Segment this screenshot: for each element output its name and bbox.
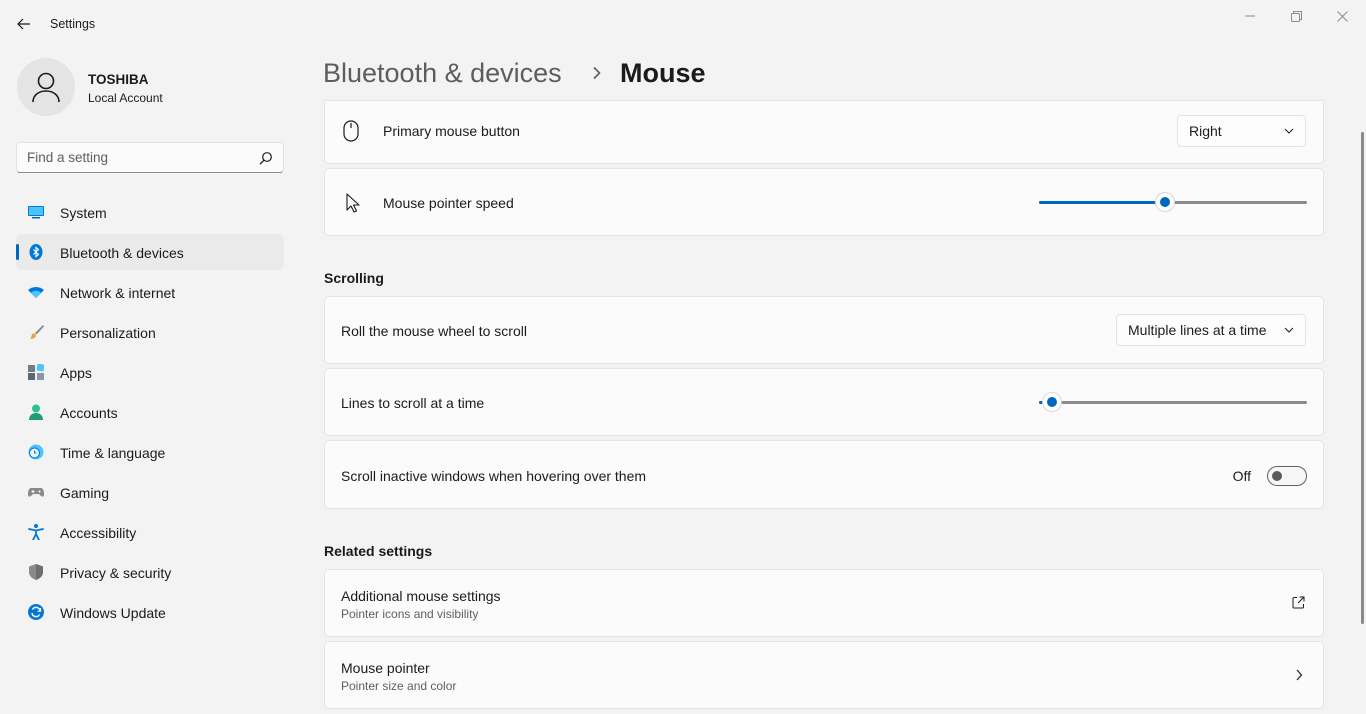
chevron-right-icon (593, 66, 601, 80)
search-box[interactable] (16, 142, 284, 173)
sidebar-item-apps[interactable]: Apps (16, 354, 284, 390)
toggle-state-text: Off (1232, 468, 1251, 484)
sidebar-item-label: Bluetooth & devices (60, 245, 184, 261)
search-input[interactable] (17, 143, 247, 172)
pointer-speed-label: Mouse pointer speed (383, 195, 514, 211)
brush-icon (30, 325, 44, 339)
mouse-pointer-sublabel: Pointer size and color (341, 679, 457, 693)
sidebar-item-label: Time & language (60, 445, 166, 461)
additional-mouse-settings-link[interactable]: Additional mouse settings Pointer icons … (324, 569, 1324, 637)
sidebar-item-bluetooth[interactable]: Bluetooth & devices (16, 234, 284, 270)
minimize-button[interactable] (1227, 4, 1273, 28)
sidebar-item-accounts[interactable]: Accounts (16, 394, 284, 430)
sidebar-item-time-language[interactable]: Time & language (16, 434, 284, 470)
slider-fill (1039, 201, 1165, 204)
additional-mouse-settings-sublabel: Pointer icons and visibility (341, 607, 479, 621)
pointer-icon (346, 193, 360, 213)
sidebar-item-label: Gaming (60, 485, 110, 501)
sidebar-item-label: Network & internet (60, 285, 176, 301)
globe-clock-icon (28, 444, 44, 460)
wifi-icon (28, 287, 44, 298)
pointer-speed-slider[interactable] (1039, 192, 1307, 212)
open-external-icon (1292, 596, 1305, 609)
person-icon (29, 404, 43, 420)
title-bar: Settings (0, 0, 1366, 48)
back-button[interactable] (12, 12, 36, 36)
primary-mouse-button-card: Primary mouse button Right (324, 100, 1324, 164)
back-arrow-icon (17, 18, 30, 30)
close-icon (1336, 10, 1348, 22)
update-icon (28, 604, 44, 620)
roll-wheel-dropdown[interactable]: Multiple lines at a time (1116, 314, 1306, 346)
shield-icon (29, 564, 43, 580)
dropdown-value: Right (1189, 123, 1222, 139)
inactive-windows-card: Scroll inactive windows when hovering ov… (324, 440, 1324, 509)
lines-to-scroll-label: Lines to scroll at a time (341, 395, 485, 411)
sidebar-item-system[interactable]: System (16, 194, 284, 230)
minimize-icon (1245, 15, 1255, 17)
search-icon[interactable] (259, 151, 273, 165)
gamepad-icon (28, 488, 44, 497)
mouse-pointer-label: Mouse pointer (341, 660, 430, 676)
apps-icon (28, 364, 44, 380)
close-button[interactable] (1319, 4, 1365, 28)
app-title: Settings (50, 17, 96, 31)
user-avatar-icon (32, 72, 60, 103)
roll-wheel-card: Roll the mouse wheel to scroll Multiple … (324, 296, 1324, 364)
breadcrumb-parent[interactable]: Bluetooth & devices (323, 58, 562, 89)
sidebar-item-label: Personalization (60, 325, 156, 341)
inactive-windows-label: Scroll inactive windows when hovering ov… (341, 468, 647, 484)
sidebar-nav: System Bluetooth & devices Network & int… (16, 194, 284, 634)
additional-mouse-settings-label: Additional mouse settings (341, 588, 501, 604)
restore-icon (1290, 10, 1302, 22)
inactive-windows-toggle[interactable] (1267, 466, 1307, 486)
sidebar-item-label: Windows Update (60, 605, 166, 621)
lines-to-scroll-slider[interactable] (1039, 392, 1307, 412)
mouse-pointer-link[interactable]: Mouse pointer Pointer size and color (324, 641, 1324, 709)
chevron-down-icon (1284, 327, 1294, 333)
sidebar-item-label: Accessibility (60, 525, 137, 541)
related-settings-title: Related settings (324, 543, 433, 559)
sidebar-item-label: System (60, 205, 107, 221)
mouse-icon (343, 120, 359, 142)
sidebar-item-windows-update[interactable]: Windows Update (16, 594, 284, 630)
sidebar-item-gaming[interactable]: Gaming (16, 474, 284, 510)
sidebar-item-network[interactable]: Network & internet (16, 274, 284, 310)
sidebar-item-privacy-security[interactable]: Privacy & security (16, 554, 284, 590)
scrollbar[interactable] (1361, 132, 1364, 624)
chevron-down-icon (1284, 128, 1294, 134)
toggle-knob (1272, 471, 1282, 481)
primary-mouse-button-label: Primary mouse button (383, 123, 520, 139)
bluetooth-icon (29, 244, 43, 260)
account-type: Local Account (88, 91, 163, 105)
accessibility-icon (28, 524, 44, 540)
restore-button[interactable] (1273, 4, 1319, 28)
system-icon (28, 206, 44, 219)
pointer-speed-card: Mouse pointer speed (324, 168, 1324, 236)
roll-wheel-label: Roll the mouse wheel to scroll (341, 323, 527, 339)
scrolling-section-title: Scrolling (324, 270, 384, 286)
slider-thumb[interactable] (1154, 192, 1175, 212)
sidebar-item-label: Privacy & security (60, 565, 172, 581)
sidebar-item-accessibility[interactable]: Accessibility (16, 514, 284, 550)
page-title: Mouse (620, 58, 706, 88)
avatar[interactable] (17, 58, 75, 116)
dropdown-value: Multiple lines at a time (1128, 322, 1267, 338)
primary-mouse-button-dropdown[interactable]: Right (1177, 115, 1306, 147)
lines-to-scroll-card: Lines to scroll at a time (324, 368, 1324, 436)
chevron-right-icon (1296, 669, 1303, 681)
sidebar-item-label: Apps (60, 365, 92, 381)
slider-track (1039, 401, 1307, 404)
sidebar-item-personalization[interactable]: Personalization (16, 314, 284, 350)
sidebar-item-label: Accounts (60, 405, 118, 421)
account-name: TOSHIBA (88, 72, 149, 87)
slider-thumb[interactable] (1042, 392, 1063, 412)
